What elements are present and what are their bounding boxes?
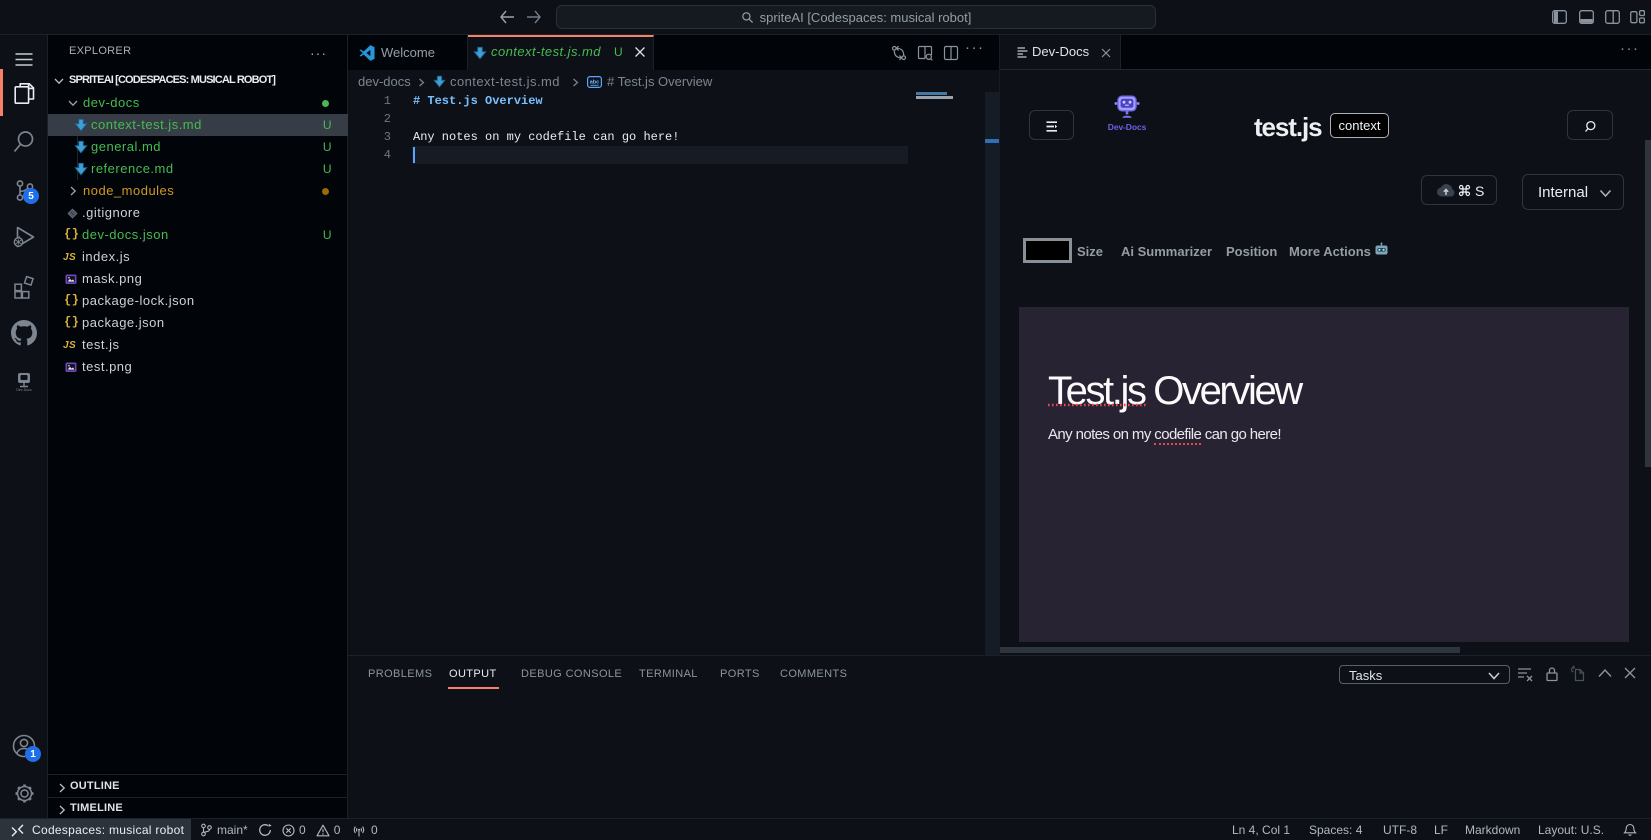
svg-text:Dev-Docs: Dev-Docs	[16, 388, 32, 392]
svg-text:abc: abc	[590, 79, 599, 85]
